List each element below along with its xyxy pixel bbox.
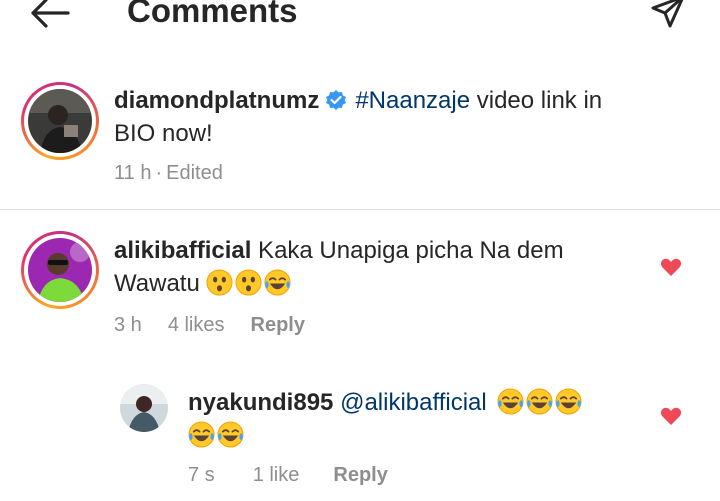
laughing-tears-emoji <box>264 269 292 296</box>
comment-mention[interactable]: @alikibafficial <box>333 389 487 416</box>
caption-text: diamondplatnumz #Naanzaje video link in … <box>114 84 704 150</box>
page-title: Comments <box>127 0 298 29</box>
laughing-tears-emoji <box>217 421 244 448</box>
comment-likes[interactable]: 4 likes <box>168 314 225 336</box>
header-bar: Comments <box>0 0 720 40</box>
comment-username[interactable]: nyakundi895 <box>188 389 333 416</box>
comment-text-line1: Kaka Unapiga picha Na dem <box>251 237 564 264</box>
caption-text-line2: BIO now! <box>114 120 213 147</box>
comment-text: nyakundi895 @alikibafficial <box>188 386 648 452</box>
caption-username[interactable]: diamondplatnumz <box>114 87 319 114</box>
divider <box>0 209 720 210</box>
comment-meta: 7 s 1 like Reply <box>188 464 414 487</box>
laughing-tears-emoji <box>188 421 215 448</box>
comment-time: 3 h <box>114 314 142 336</box>
send-icon[interactable] <box>650 0 686 30</box>
comment-meta: 3 h 4 likes Reply <box>114 314 331 337</box>
heart-icon[interactable] <box>660 406 682 426</box>
heart-icon[interactable] <box>660 257 682 277</box>
caption-meta: 11 h · Edited <box>114 162 249 185</box>
comment-text: alikibafficial Kaka Unapiga picha Na dem… <box>114 234 654 300</box>
laughing-tears-emoji <box>555 388 582 415</box>
verified-badge-icon <box>326 90 347 110</box>
avatar[interactable] <box>120 384 168 432</box>
comment-time: 7 s <box>188 464 215 486</box>
avatar[interactable] <box>28 89 92 153</box>
caption-time: 11 h <box>114 162 152 184</box>
caption-edited: Edited <box>166 162 223 184</box>
caption-text-line1: video link in <box>470 87 603 114</box>
astonished-face-emoji <box>235 269 263 296</box>
astonished-face-emoji <box>206 269 234 296</box>
reply-button[interactable]: Reply <box>333 464 387 486</box>
avatar[interactable] <box>28 238 92 302</box>
comment-text-line2: Wawatu <box>114 270 207 297</box>
comment-likes[interactable]: 1 like <box>253 464 300 486</box>
reply-button[interactable]: Reply <box>251 314 305 336</box>
comment-username[interactable]: alikibafficial <box>114 237 251 264</box>
laughing-tears-emoji <box>526 388 553 415</box>
back-arrow-icon[interactable] <box>28 0 72 30</box>
caption-hashtag[interactable]: #Naanzaje <box>355 87 470 114</box>
laughing-tears-emoji <box>497 388 524 415</box>
caption-separator: · <box>155 162 163 184</box>
